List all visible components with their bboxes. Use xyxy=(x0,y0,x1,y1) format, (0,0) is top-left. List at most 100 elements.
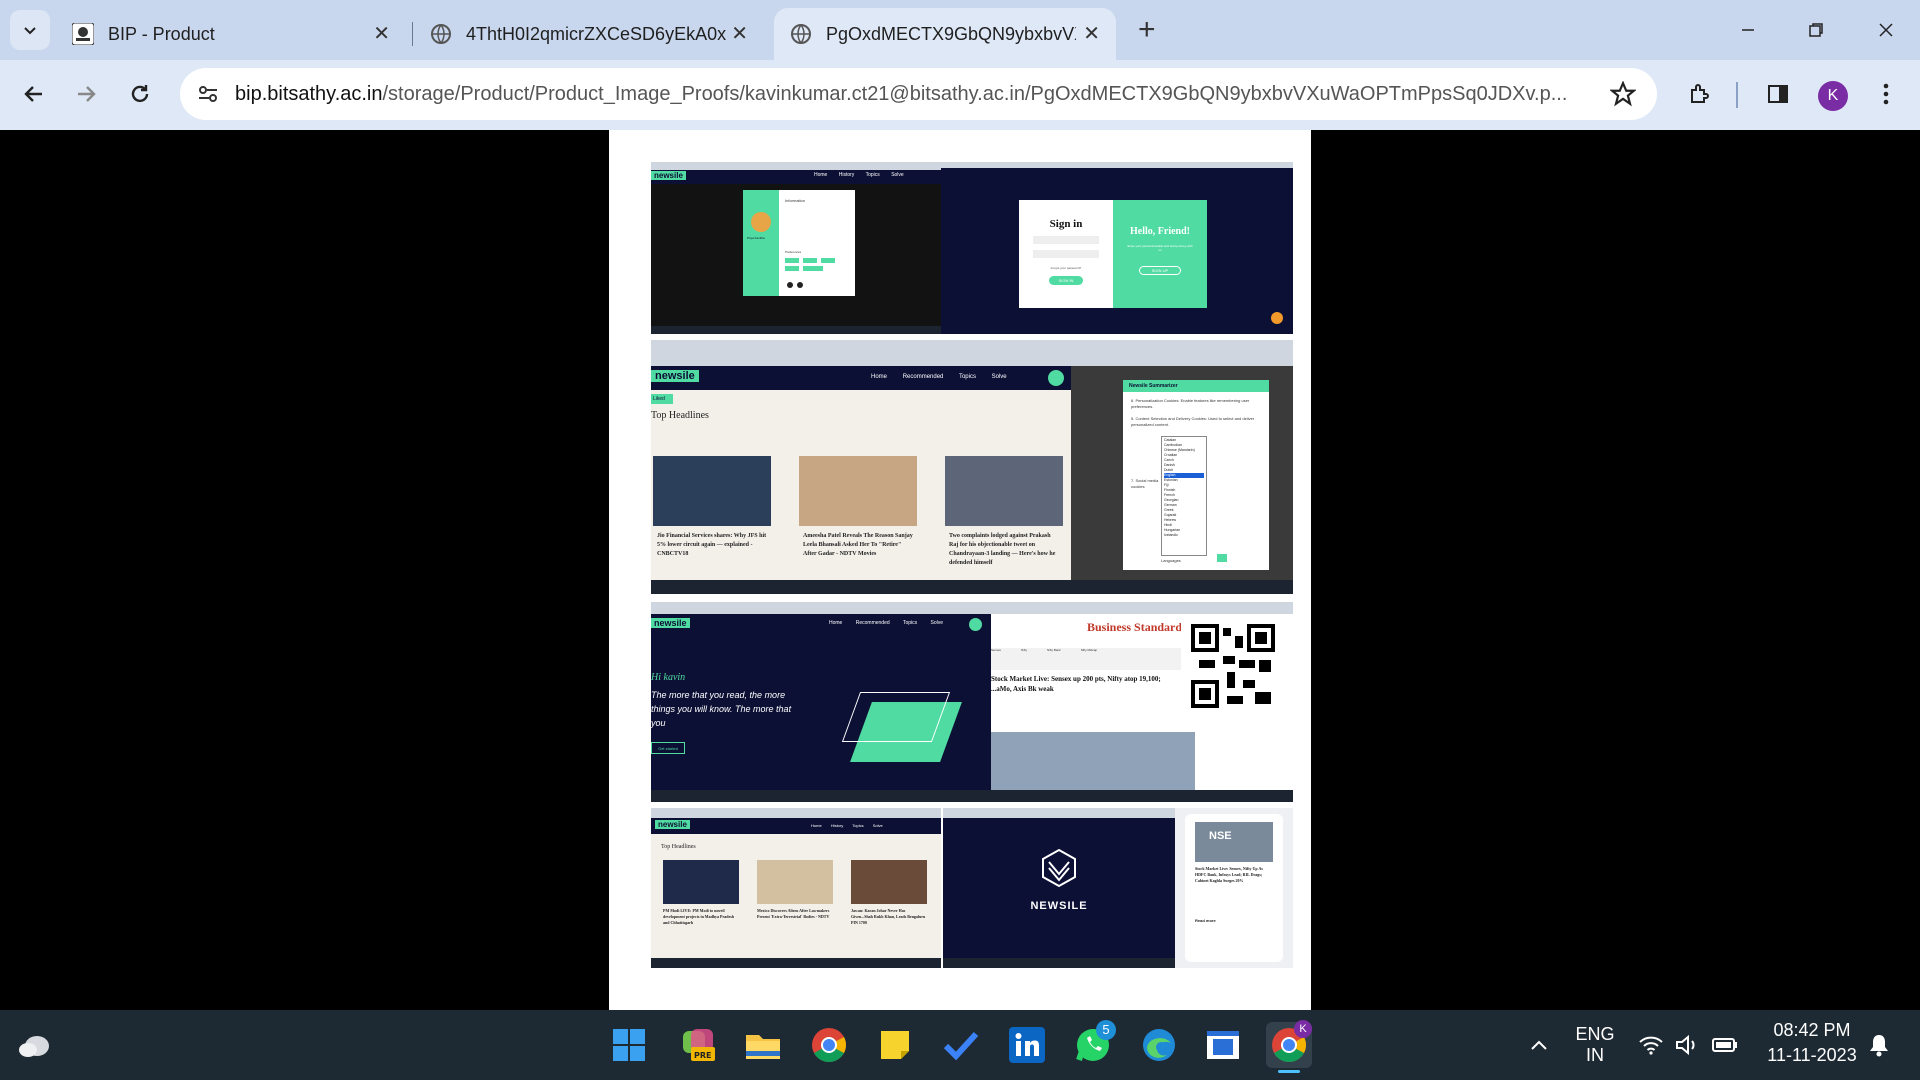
restore-icon xyxy=(1809,23,1823,37)
forward-button[interactable] xyxy=(66,74,106,114)
file-explorer-app[interactable] xyxy=(740,1022,786,1068)
globe-icon xyxy=(431,24,451,44)
linkedin-app[interactable] xyxy=(1004,1022,1050,1068)
address-bar[interactable]: bip.bitsathy.ac.in/storage/Product/Produ… xyxy=(180,68,1657,120)
tab-title: PgOxdMECTX9GbQN9ybxbvVXu xyxy=(826,23,1076,44)
active-app-indicator xyxy=(1278,1070,1300,1073)
url-path: /storage/Product/Product_Image_Proofs/ka… xyxy=(382,83,1568,105)
screenshot-profile: newsile Home History Topics Solve Priya … xyxy=(651,162,941,334)
brand-logo: newsile xyxy=(655,820,690,829)
ticker-bar: Sensex Nifty Nifty Bank Nifty Midcap xyxy=(991,648,1181,670)
edge-icon xyxy=(1143,1029,1175,1061)
whatsapp-badge: 5 xyxy=(1096,1020,1116,1040)
language-indicator[interactable]: ENG IN xyxy=(1570,1024,1620,1066)
close-icon[interactable]: ✕ xyxy=(373,24,390,44)
tab-title: 4ThtH0I2qmicrZXCeSD6yEkA0x xyxy=(466,23,726,44)
newsile-logo-icon xyxy=(1042,848,1076,888)
reload-icon xyxy=(131,85,149,103)
battery-status[interactable] xyxy=(1702,1022,1748,1068)
close-icon xyxy=(1879,23,1893,37)
tab-pdf-active[interactable]: PgOxdMECTX9GbQN9ybxbvVXu ✕ xyxy=(774,8,1116,60)
browser-chrome: BIP - Product ✕ 4ThtH0I2qmicrZXCeSD6yEkA… xyxy=(0,0,1920,130)
extensions-button[interactable] xyxy=(1680,74,1720,114)
screenshot-headlines-2: newsile Home History Topics Solve Top He… xyxy=(651,808,941,968)
window-app-icon xyxy=(1207,1031,1239,1059)
chevron-up-icon xyxy=(1531,1040,1547,1050)
wifi-icon xyxy=(1639,1036,1663,1055)
qr-code xyxy=(1181,622,1291,712)
close-icon[interactable]: ✕ xyxy=(731,24,748,44)
screenshot-signin: Sign in Forgot your password? SIGN IN He… xyxy=(941,162,1293,334)
brand-logo: newsile xyxy=(651,171,686,180)
windows-logo-icon xyxy=(613,1029,645,1061)
region-code: IN xyxy=(1586,1045,1604,1065)
clock[interactable]: 08:42 PM 11-11-2023 xyxy=(1752,1020,1872,1066)
profile-avatar[interactable]: K xyxy=(1818,81,1848,111)
kebab-menu-icon xyxy=(1883,83,1889,105)
qr-code-icon xyxy=(1191,624,1275,708)
nav-links: Home Recommended Topics Solve xyxy=(829,620,944,626)
svg-text:PRE: PRE xyxy=(694,1051,712,1060)
puzzle-icon xyxy=(1691,84,1709,103)
todo-app[interactable] xyxy=(938,1022,984,1068)
side-panel-icon xyxy=(1768,85,1788,103)
bell-icon xyxy=(1870,1035,1888,1057)
restore-button[interactable] xyxy=(1796,14,1836,46)
arrow-right-icon xyxy=(78,86,96,102)
brand-logo: newsile xyxy=(651,618,690,628)
reload-button[interactable] xyxy=(120,74,160,114)
close-window-button[interactable] xyxy=(1866,14,1906,46)
chrome-profile-badge: K xyxy=(1294,1020,1312,1038)
cloud-icon xyxy=(19,1036,49,1057)
chrome-app[interactable] xyxy=(806,1022,852,1068)
back-button[interactable] xyxy=(14,74,54,114)
screenshot-headlines: newsile Home Recommended Topics Solve Li… xyxy=(651,340,1071,594)
arrow-left-icon xyxy=(24,86,42,102)
checkmark-icon xyxy=(943,1031,979,1060)
globe-icon xyxy=(791,24,811,44)
new-tab-button[interactable]: + xyxy=(1138,14,1156,46)
bookmark-star-icon[interactable] xyxy=(1610,81,1636,107)
nav-links: Home History Topics Solve xyxy=(811,823,883,828)
store-app[interactable] xyxy=(1200,1022,1246,1068)
summarizer-panel: Newsile Summarizer 6. Personalization Co… xyxy=(1123,380,1269,570)
side-panel-button[interactable] xyxy=(1758,74,1798,114)
brand-logo: newsile xyxy=(651,370,699,382)
url-host: bip.bitsathy.ac.in xyxy=(235,83,383,105)
site-settings-icon[interactable] xyxy=(196,82,220,106)
tab-pdf-1[interactable]: 4ThtH0I2qmicrZXCeSD6yEkA0x ✕ xyxy=(414,8,764,60)
screenshot-logo-splash: NEWSILE xyxy=(943,808,1175,968)
edge-app[interactable] xyxy=(1136,1022,1182,1068)
screenshot-hero: newsile Home Recommended Topics Solve Hi… xyxy=(651,602,991,802)
battery-icon xyxy=(1712,1038,1737,1052)
close-icon[interactable]: ✕ xyxy=(1083,24,1100,44)
toolbar-divider xyxy=(1736,82,1738,108)
profile-card: Priya Kavitha Information Preferences xyxy=(743,190,855,296)
tab-strip: BIP - Product ✕ 4ThtH0I2qmicrZXCeSD6yEkA… xyxy=(0,0,1920,60)
notifications-button[interactable] xyxy=(1856,1022,1902,1068)
chevron-down-icon xyxy=(24,27,36,35)
copilot-app[interactable]: PRE xyxy=(676,1022,722,1068)
screenshot-business-standard: Business Standard Sensex Nifty Nifty Bank N… xyxy=(991,602,1293,802)
weather-widget[interactable] xyxy=(12,1022,58,1068)
clock-date: 11-11-2023 xyxy=(1767,1045,1857,1065)
linkedin-icon xyxy=(1009,1027,1045,1063)
lang-code: ENG xyxy=(1575,1024,1615,1044)
bip-logo-icon xyxy=(72,23,94,45)
folder-icon xyxy=(746,1035,780,1059)
tab-title: BIP - Product xyxy=(108,23,215,44)
language-dropdown: Catalan Cambodian Chinese (Mandarin) Croati… xyxy=(1161,436,1207,556)
url-text[interactable]: bip.bitsathy.ac.in/storage/Product/Produ… xyxy=(235,83,1600,106)
tab-bip-product[interactable]: BIP - Product ✕ xyxy=(56,8,406,60)
start-button[interactable] xyxy=(606,1022,652,1068)
sticky-notes-app[interactable] xyxy=(872,1022,918,1068)
speaker-icon xyxy=(1676,1034,1695,1056)
nav-links: Home History Topics Solve xyxy=(814,172,904,178)
minimize-button[interactable] xyxy=(1728,14,1768,46)
browser-toolbar: bip.bitsathy.ac.in/storage/Product/Produ… xyxy=(0,60,1920,130)
sticky-note-icon xyxy=(881,1031,909,1059)
show-hidden-icons-button[interactable] xyxy=(1516,1022,1562,1068)
tab-search-button[interactable] xyxy=(10,10,50,50)
screenshot-mobile-article: NSE Stock Market Live: Sensex, Nifty Up … xyxy=(1175,808,1293,968)
menu-button[interactable] xyxy=(1866,74,1906,114)
